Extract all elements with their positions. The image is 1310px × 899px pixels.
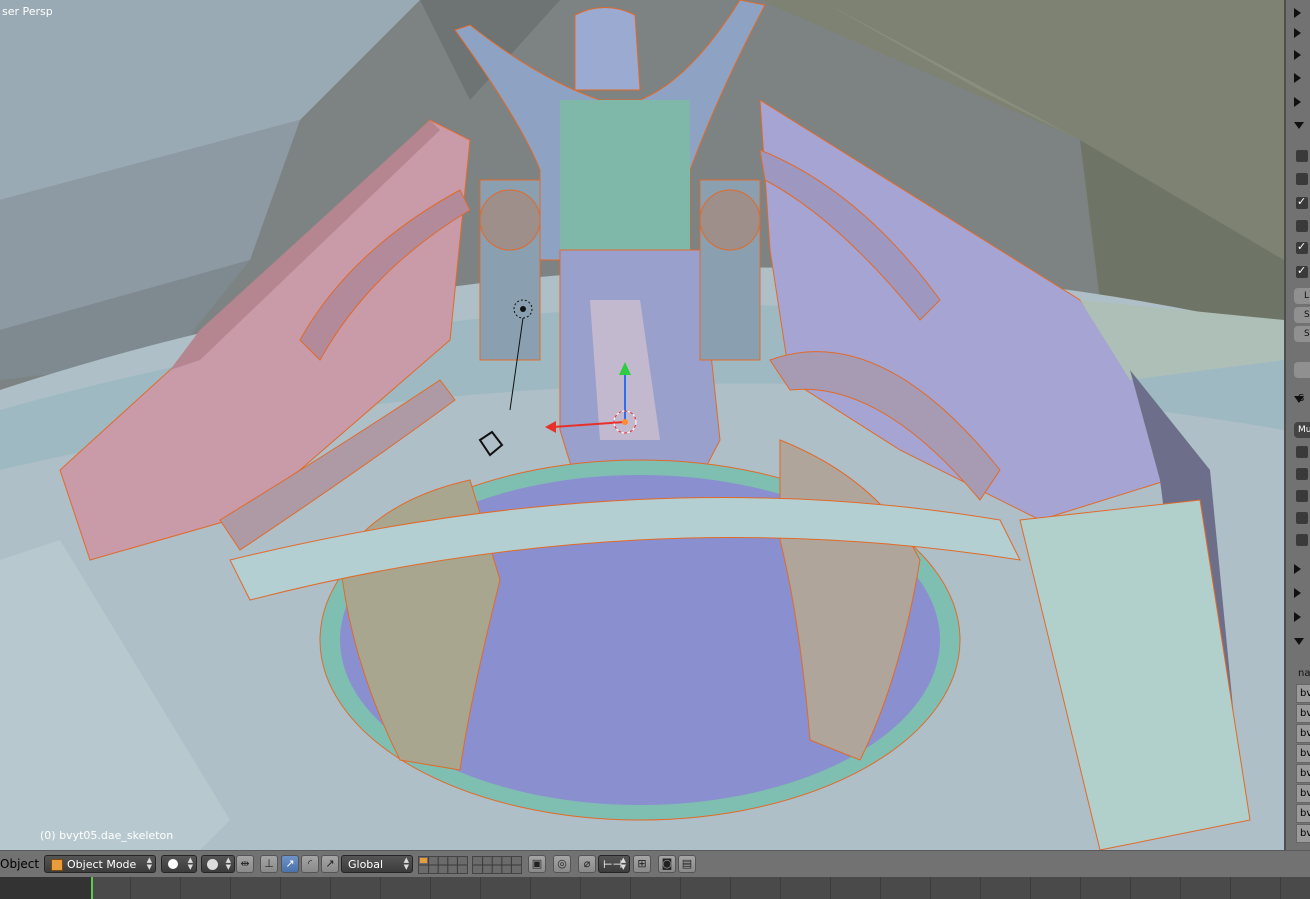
layers-grid[interactable] [418,856,468,874]
option-checkbox[interactable] [1296,173,1308,185]
translate-icon[interactable]: ↗ [281,855,299,873]
chevron-updown-icon: ▲ ▼ [187,856,193,871]
scale-icon[interactable]: ↗ [321,855,339,873]
panel-expand-icon[interactable] [1294,28,1301,38]
manipulator-icon[interactable]: ⊥ [260,855,278,873]
list-item[interactable]: bv [1296,724,1310,743]
snap-increment-icon[interactable]: ⊞ [633,855,651,873]
option-checkbox[interactable] [1296,264,1308,278]
frame-tick [230,877,231,899]
frame-tick [1230,877,1231,899]
list-item[interactable]: bv [1296,804,1310,823]
transform-orientation-select[interactable]: Global ▲ ▼ [341,855,413,873]
mode-select[interactable]: Object Mode ▲ ▼ [44,855,156,873]
frame-tick [780,877,781,899]
field-slider[interactable]: S [1294,307,1310,323]
timeline-before-start [0,877,92,899]
frame-tick [1080,877,1081,899]
panel-expand-icon[interactable] [1294,50,1301,60]
name-label: na [1298,668,1310,679]
render-icon[interactable]: ◙ [658,855,676,873]
panel-expand-icon[interactable] [1294,612,1301,622]
panel-expand-icon[interactable] [1294,73,1301,83]
snap-target-icon: ⊢⊣ [603,858,623,871]
list-item[interactable]: bv [1296,784,1310,803]
frame-tick [880,877,881,899]
frame-tick [580,877,581,899]
option-checkbox[interactable] [1296,468,1308,480]
solid-sphere-icon [168,859,178,869]
frame-tick [1030,877,1031,899]
panel-collapse-icon[interactable] [1294,122,1304,129]
panel-button[interactable] [1294,362,1310,378]
list-item[interactable]: bv [1296,744,1310,763]
object-menu[interactable]: Object [0,857,39,871]
panel-collapse-icon[interactable] [1294,638,1304,645]
viewport-shading-select[interactable]: ▲ ▼ [161,855,197,873]
frame-tick [280,877,281,899]
field-slider[interactable]: L [1294,288,1310,304]
frame-tick [680,877,681,899]
panel-expand-icon[interactable] [1294,588,1301,598]
option-checkbox[interactable] [1296,220,1308,232]
scene-render[interactable] [0,0,1284,850]
list-item[interactable]: bv [1296,824,1310,843]
list-item[interactable]: bv [1296,684,1310,703]
frame-tick [980,877,981,899]
rotate-icon[interactable]: ◜ [301,855,319,873]
panel-expand-icon[interactable] [1294,564,1301,574]
chevron-updown-icon: ▲ ▼ [403,856,409,871]
panel-expand-icon[interactable] [1294,97,1301,107]
proportional-icon[interactable]: ◎ [553,855,571,873]
current-frame-cursor[interactable] [91,877,93,899]
field-slider[interactable]: S [1294,326,1310,342]
frame-tick [330,877,331,899]
option-checkbox[interactable] [1296,490,1308,502]
frame-tick [130,877,131,899]
properties-panel[interactable]: L S S S Mu na bv bv bv bv bv bv bv bv [1284,0,1310,850]
frame-tick [380,877,381,899]
frame-tick [630,877,631,899]
snap-element-icon[interactable]: ⇹ [236,855,254,873]
list-item[interactable]: bv [1296,704,1310,723]
pivot-point-select[interactable]: ▲ ▼ [201,855,235,873]
render-layers-grid[interactable] [472,856,522,874]
chevron-updown-icon: ▲ ▼ [146,856,152,871]
frame-tick [1180,877,1181,899]
option-checkbox[interactable] [1296,446,1308,458]
frame-tick [830,877,831,899]
frame-tick [1130,877,1131,899]
frame-tick [730,877,731,899]
panel-expand-icon[interactable] [1294,8,1301,18]
option-checkbox[interactable] [1296,150,1308,162]
frame-tick [930,877,931,899]
option-checkbox[interactable] [1296,240,1308,254]
section-label: S [1298,393,1305,404]
clapper-icon[interactable]: ▤ [678,855,696,873]
chevron-updown-icon: ▲ ▼ [225,856,231,871]
chevron-updown-icon: ▲ ▼ [620,856,626,871]
cube-icon [51,859,63,871]
snap-target-select[interactable]: ⊢⊣ ▲ ▼ [598,855,630,873]
option-checkbox[interactable] [1296,534,1308,546]
list-item[interactable]: bv [1296,764,1310,783]
option-checkbox[interactable] [1296,195,1308,209]
multi-toggle[interactable]: Mu [1294,422,1310,438]
timeline[interactable] [0,877,1310,899]
pivot-point-icon [207,859,218,870]
lock-camera-icon[interactable]: ▣ [528,855,546,873]
3d-viewport[interactable]: ser Persp (0) bvyt05.dae_skeleton [0,0,1284,850]
view-perspective-label: ser Persp [2,5,53,18]
frame-tick [530,877,531,899]
viewport-header: Object Object Mode ▲ ▼ ▲ ▼ ▲ ▼ ⇹ ⊥ ↗ ◜ ↗ Gl… [0,850,1310,877]
active-object-label: (0) bvyt05.dae_skeleton [40,829,174,842]
frame-tick [480,877,481,899]
snap-icon[interactable]: ⌀ [578,855,596,873]
frame-tick [180,877,181,899]
frame-tick [430,877,431,899]
frame-tick [1280,877,1281,899]
option-checkbox[interactable] [1296,512,1308,524]
